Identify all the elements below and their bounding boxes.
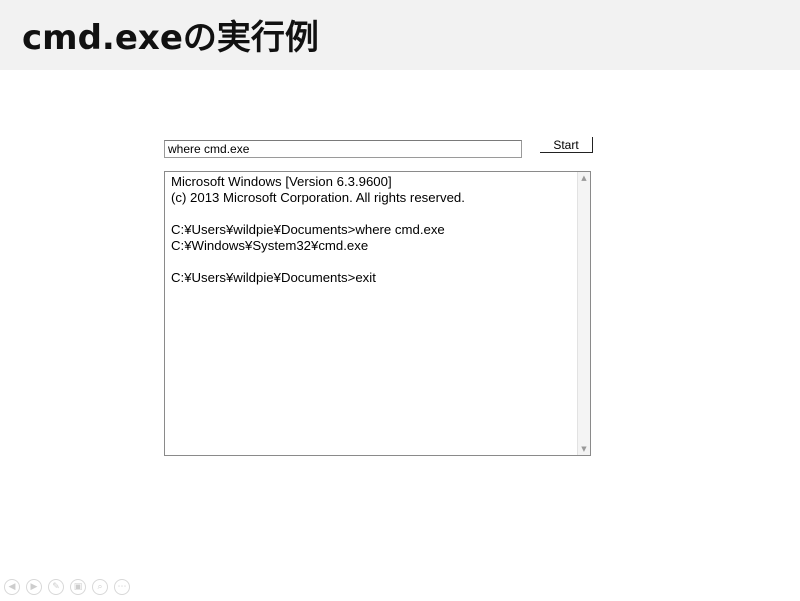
slide-title: cmd.exeの実行例: [22, 18, 319, 58]
scroll-up-arrow-icon[interactable]: ▲: [578, 172, 590, 184]
previous-slide-icon[interactable]: ◀: [4, 579, 20, 595]
pen-icon[interactable]: ✎: [48, 579, 64, 595]
output-textarea[interactable]: Microsoft Windows [Version 6.3.9600] (c)…: [164, 171, 591, 456]
zoom-icon[interactable]: ⌕: [92, 579, 108, 595]
slideshow-controls: ◀ ▶ ✎ ▣ ⌕ ⋯: [4, 579, 130, 597]
slide-title-bar: cmd.exeの実行例: [0, 0, 800, 70]
start-button[interactable]: Start: [540, 137, 593, 153]
command-input[interactable]: [164, 140, 522, 158]
next-slide-icon[interactable]: ▶: [26, 579, 42, 595]
slides-overview-icon[interactable]: ▣: [70, 579, 86, 595]
scroll-down-arrow-icon[interactable]: ▼: [578, 443, 590, 455]
output-scrollbar[interactable]: ▲ ▼: [577, 172, 590, 455]
more-options-icon[interactable]: ⋯: [114, 579, 130, 595]
output-text: Microsoft Windows [Version 6.3.9600] (c)…: [171, 174, 465, 285]
